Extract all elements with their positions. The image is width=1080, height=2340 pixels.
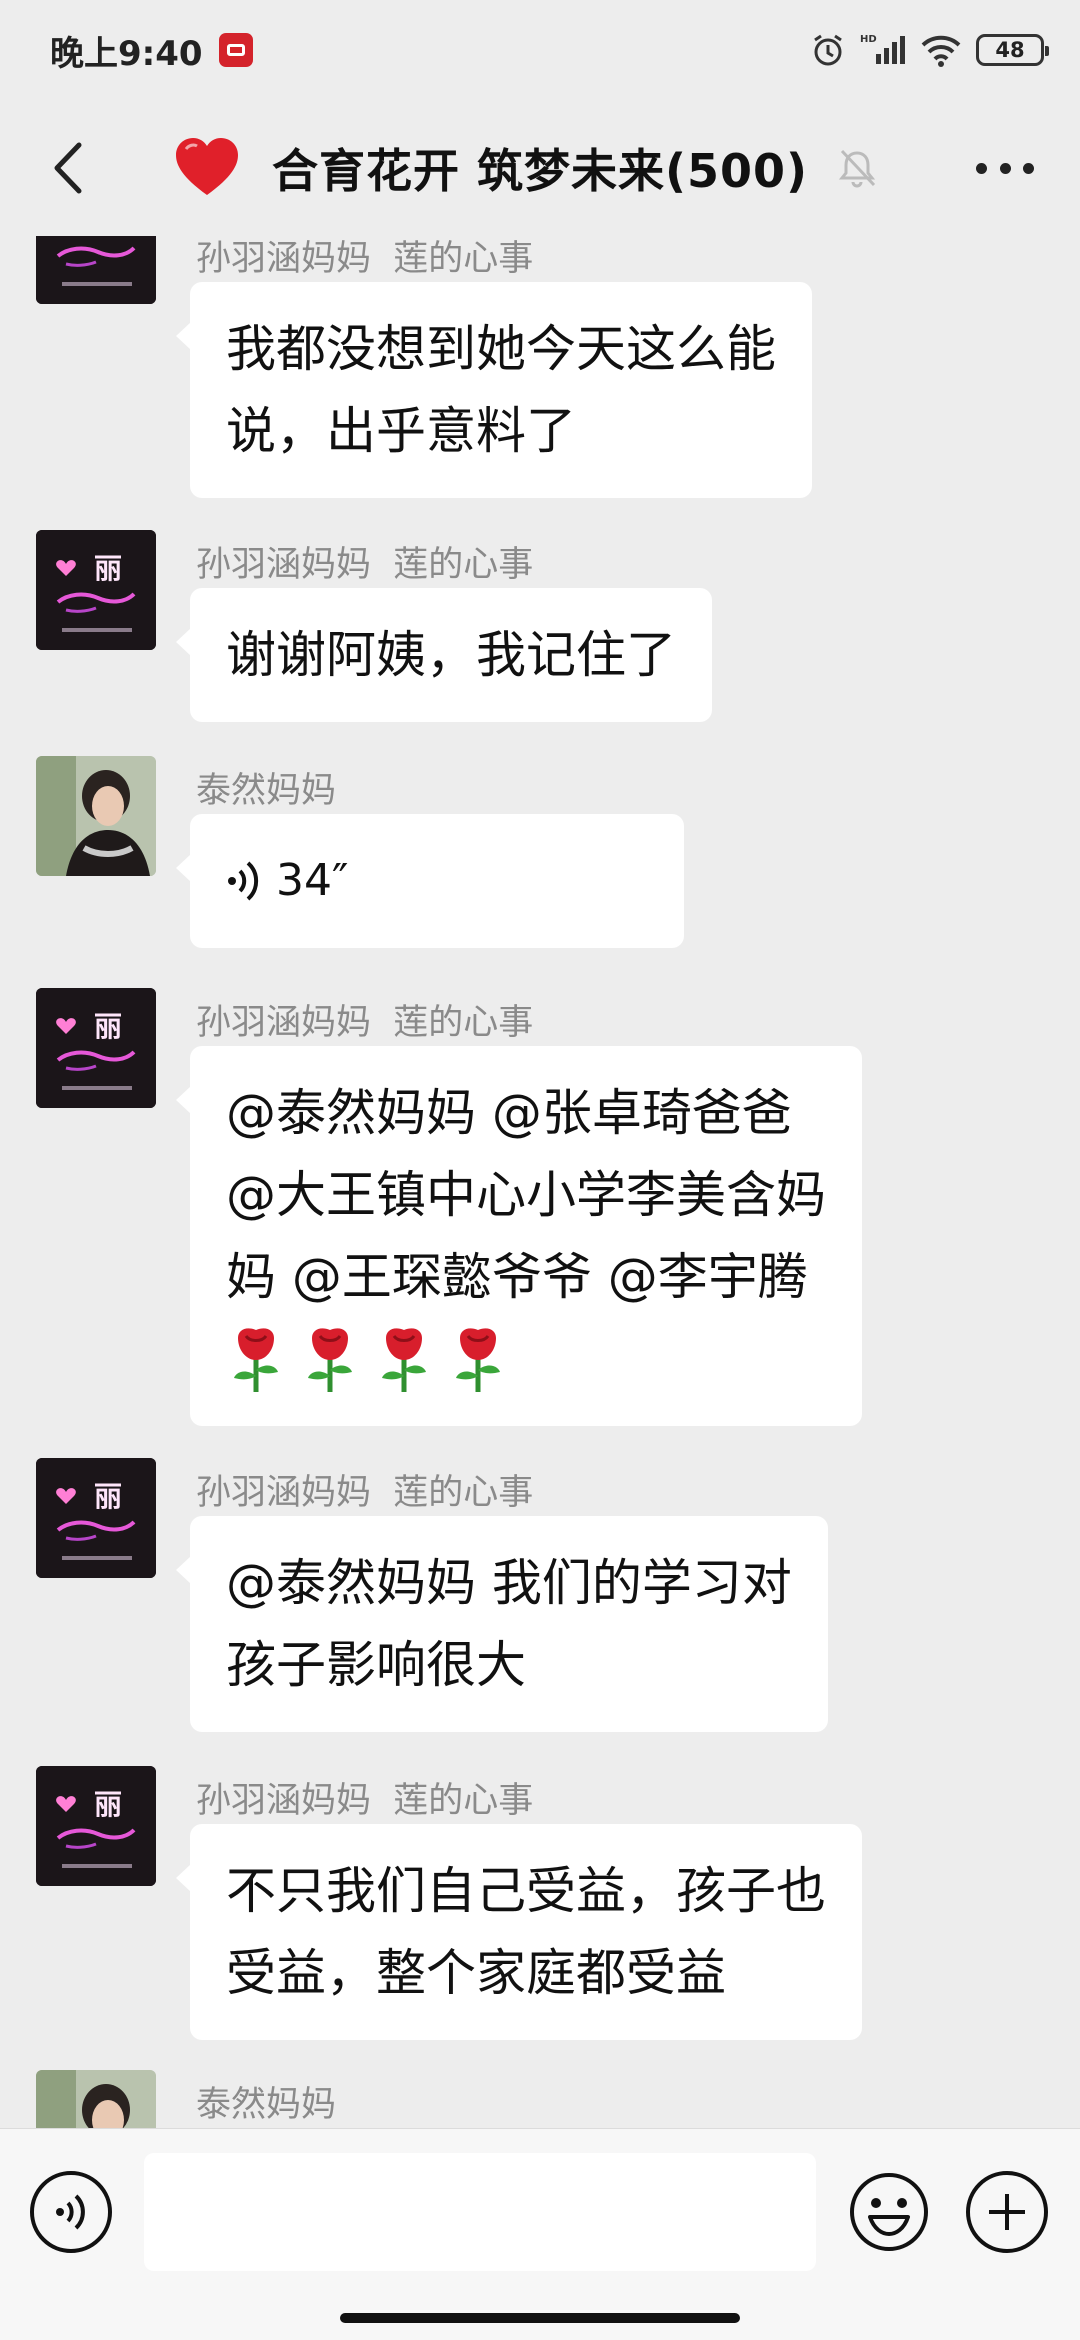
bell-muted-icon bbox=[838, 149, 876, 188]
message-bubble[interactable]: @泰然妈妈 @张卓琦爸爸 @大王镇中心小学李美含妈 妈 @王琛懿爷爷 @李宇腾 bbox=[176, 1046, 862, 1426]
more-options-button[interactable] bbox=[970, 140, 1040, 196]
svg-text:丽: 丽 bbox=[94, 1010, 122, 1043]
avatar[interactable] bbox=[36, 756, 156, 876]
message-text: 受益，整个家庭都受益 bbox=[226, 1944, 726, 2002]
emoji-button[interactable] bbox=[848, 2171, 930, 2253]
voice-message-bubble[interactable]: 34″ bbox=[176, 814, 684, 948]
chat-title-wrap[interactable]: 合育花开 筑梦未来(500) bbox=[172, 130, 878, 206]
status-time: 晚上9:40 bbox=[50, 33, 203, 74]
message-text: 我都没想到她今天这么能 bbox=[226, 320, 776, 378]
avatar[interactable]: 丽 bbox=[36, 530, 156, 650]
message-text: 谢谢阿姨，我记住了 bbox=[226, 626, 676, 684]
sender-name: 泰然妈妈 bbox=[196, 2085, 337, 2125]
voice-input-button[interactable] bbox=[30, 2171, 112, 2253]
heart-icon bbox=[176, 138, 238, 195]
wifi-icon bbox=[920, 33, 962, 67]
message-text: 孩子影响很大 bbox=[226, 1636, 526, 1694]
chevron-left-icon bbox=[54, 142, 82, 194]
voice-message: 34″ bbox=[226, 840, 648, 922]
avatar[interactable]: 丽 bbox=[36, 236, 156, 304]
voice-duration: 34″ bbox=[276, 855, 349, 906]
more-functions-button[interactable] bbox=[966, 2171, 1048, 2253]
alarm-icon bbox=[810, 32, 846, 68]
rose-emoji-row bbox=[226, 1318, 826, 1400]
battery-indicator: 48 bbox=[976, 34, 1049, 66]
svg-text:丽: 丽 bbox=[94, 1788, 122, 1821]
rose-emoji-icon bbox=[234, 1328, 278, 1392]
emoji-icon bbox=[850, 2173, 928, 2251]
svg-text:丽: 丽 bbox=[94, 1480, 122, 1513]
message-input-bar bbox=[0, 2128, 1080, 2340]
message-bubble[interactable]: @泰然妈妈 我们的学习对 孩子影响很大 bbox=[176, 1516, 828, 1732]
message-list[interactable]: 丽 孙羽涵妈妈 莲的心事 我都没想到她今天这么能 说，出乎意料了 丽 孙羽涵妈妈… bbox=[0, 236, 1080, 2128]
sender-name: 孙羽涵妈妈 莲的心事 bbox=[196, 239, 534, 279]
message-text: 妈 @王琛懿爷爷 @李宇腾 bbox=[226, 1248, 808, 1306]
avatar[interactable]: 丽 bbox=[36, 1766, 156, 1886]
rose-emoji-icon bbox=[456, 1328, 500, 1392]
avatar[interactable]: 丽 bbox=[36, 988, 156, 1108]
rose-emoji-icon bbox=[308, 1328, 352, 1392]
voice-wave-icon bbox=[228, 861, 259, 901]
message-bubble[interactable]: 谢谢阿姨，我记住了 bbox=[176, 588, 712, 722]
sender-name: 孙羽涵妈妈 莲的心事 bbox=[196, 1003, 534, 1043]
sender-name: 孙羽涵妈妈 莲的心事 bbox=[196, 1781, 534, 1821]
svg-text:丽: 丽 bbox=[94, 552, 122, 585]
message-text: @大王镇中心小学李美含妈 bbox=[226, 1166, 826, 1224]
avatar[interactable] bbox=[36, 2070, 156, 2128]
home-indicator[interactable] bbox=[340, 2313, 740, 2323]
rose-emoji-icon bbox=[382, 1328, 426, 1392]
chat-title: 合育花开 筑梦未来(500) bbox=[272, 144, 809, 198]
sender-name: 孙羽涵妈妈 莲的心事 bbox=[196, 545, 534, 585]
message-text: 不只我们自己受益，孩子也 bbox=[226, 1862, 826, 1920]
chat-header: 合育花开 筑梦未来(500) bbox=[0, 100, 1080, 236]
more-dots-icon bbox=[976, 162, 987, 174]
voice-icon bbox=[56, 2194, 85, 2230]
sender-name: 孙羽涵妈妈 莲的心事 bbox=[196, 1473, 534, 1513]
back-button[interactable] bbox=[36, 136, 100, 200]
message-bubble[interactable]: 我都没想到她今天这么能 说，出乎意料了 bbox=[176, 282, 812, 498]
status-bar: 晚上9:40 HD 48 bbox=[0, 0, 1080, 100]
message-text: 说，出乎意料了 bbox=[226, 402, 576, 460]
message-text: @泰然妈妈 @张卓琦爸爸 bbox=[226, 1084, 792, 1142]
notification-app-icon bbox=[218, 33, 253, 67]
message-input[interactable] bbox=[144, 2153, 816, 2271]
plus-icon bbox=[989, 2194, 1025, 2230]
network-label: HD bbox=[860, 34, 877, 45]
message-bubble[interactable]: 不只我们自己受益，孩子也 受益，整个家庭都受益 bbox=[176, 1824, 862, 2040]
status-indicators: HD 48 bbox=[810, 32, 1049, 68]
avatar[interactable]: 丽 bbox=[36, 1458, 156, 1578]
signal-icon: HD bbox=[860, 32, 906, 68]
svg-text:丽: 丽 bbox=[94, 236, 122, 239]
sender-name: 泰然妈妈 bbox=[196, 771, 337, 811]
message-text: @泰然妈妈 我们的学习对 bbox=[226, 1554, 792, 1612]
